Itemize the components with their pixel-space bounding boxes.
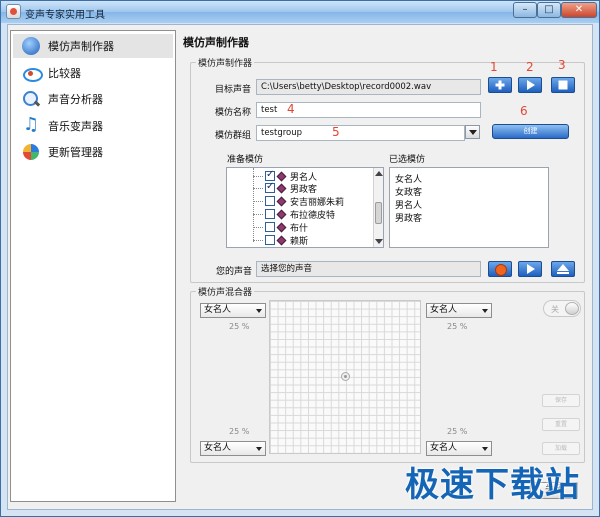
mixer-group-title: 模仿声混合器 xyxy=(196,285,255,298)
sidebar-item-music-changer[interactable]: 音乐变声器 xyxy=(13,114,173,138)
diamond-icon xyxy=(276,222,287,232)
maximize-button[interactable]: □ xyxy=(537,2,561,18)
update-icon xyxy=(22,143,40,161)
mimic-icon xyxy=(22,37,40,55)
annotation-2: 2 xyxy=(526,60,534,74)
list-item[interactable]: 男名人 xyxy=(395,198,422,211)
list-item[interactable]: 男政客 xyxy=(253,181,317,195)
sidebar-item-label: 音乐变声器 xyxy=(48,120,103,133)
target-voice-label: 目标声音 xyxy=(215,85,252,95)
sidebar-item-label: 声音分析器 xyxy=(48,93,103,106)
minimize-button[interactable]: – xyxy=(513,2,537,18)
toggle-label: 关 xyxy=(551,305,559,314)
sidebar-item-label: 模仿声制作器 xyxy=(48,40,114,53)
mixer-percent-top-right: 25 % xyxy=(447,322,468,331)
list-item[interactable]: 布拉德皮特 xyxy=(253,208,335,221)
mixer-percent-bottom-right: 25 % xyxy=(447,427,468,436)
checkbox[interactable] xyxy=(265,209,275,219)
annotation-3: 3 xyxy=(558,58,566,72)
annotation-5: 5 xyxy=(332,125,340,139)
selected-imitation-list: 女名人 女政客 男名人 男政客 xyxy=(389,167,549,248)
sidebar-item-label: 比较器 xyxy=(48,67,81,80)
checkbox[interactable] xyxy=(265,169,275,181)
list-item[interactable]: 赖斯 xyxy=(253,234,308,247)
mixer-reset-button[interactable]: 重置 xyxy=(542,418,580,431)
mixer-save-button[interactable]: 保存 xyxy=(542,394,580,407)
close-window-button[interactable]: ✕ xyxy=(561,2,597,18)
stop-target-button[interactable] xyxy=(551,77,575,93)
checkbox[interactable] xyxy=(265,196,275,206)
checkbox[interactable] xyxy=(265,222,275,232)
page-title: 模仿声制作器 xyxy=(183,36,249,49)
imitation-group-label: 模仿群组 xyxy=(215,131,252,141)
list-item[interactable]: 安吉丽娜朱莉 xyxy=(253,195,344,208)
add-voice-button[interactable] xyxy=(488,77,512,93)
play-icon xyxy=(527,264,535,274)
mixer-select-bottom-right[interactable]: 女名人 xyxy=(426,441,492,456)
list-item[interactable]: 女政客 xyxy=(395,185,422,198)
play-icon xyxy=(527,80,535,90)
record-button[interactable] xyxy=(488,261,512,277)
scroll-up-icon[interactable] xyxy=(375,171,383,176)
scroll-thumb[interactable] xyxy=(375,202,382,224)
list-item[interactable]: 布什 xyxy=(253,221,308,234)
diamond-icon xyxy=(276,171,287,181)
sidebar-item-mimic-maker[interactable]: 模仿声制作器 xyxy=(13,34,173,58)
app-logo-icon xyxy=(6,4,21,19)
checkbox[interactable] xyxy=(265,181,275,193)
mixer-percent-top-left: 25 % xyxy=(229,322,250,331)
mixer-load-button[interactable]: 加载 xyxy=(542,442,580,455)
list-item[interactable]: 男名人 xyxy=(253,169,317,183)
list-item[interactable]: 女名人 xyxy=(395,172,422,185)
imitation-name-label: 模仿名称 xyxy=(215,108,252,118)
mixer-select-top-left[interactable]: 女名人 xyxy=(200,303,266,318)
play-voice-button[interactable] xyxy=(518,261,542,277)
sidebar-item-comparer[interactable]: 比较器 xyxy=(13,61,173,85)
watermark: 极速下载站 xyxy=(405,465,580,505)
your-voice-label: 您的声音 xyxy=(216,267,253,277)
mixer-toggle[interactable]: 关 xyxy=(543,300,581,317)
maker-group-title: 模仿声制作器 xyxy=(196,56,255,69)
diamond-icon xyxy=(276,209,287,219)
compare-icon xyxy=(22,64,43,82)
analyzer-icon xyxy=(22,90,40,108)
annotation-4: 4 xyxy=(287,102,295,116)
eject-icon xyxy=(557,264,569,274)
mixer-select-top-right[interactable]: 女名人 xyxy=(426,303,492,318)
your-voice-field[interactable]: 选择您的声音 xyxy=(256,261,481,277)
mixer-knob[interactable] xyxy=(341,372,350,381)
plus-icon xyxy=(495,80,505,90)
imitation-group-select[interactable]: testgroup xyxy=(256,125,465,141)
list-scrollbar[interactable] xyxy=(373,168,383,247)
annotation-1: 1 xyxy=(490,60,498,74)
diamond-icon xyxy=(276,196,287,206)
mixer-percent-bottom-left: 25 % xyxy=(229,427,250,436)
music-icon xyxy=(22,114,40,135)
checkbox[interactable] xyxy=(265,235,275,245)
play-target-button[interactable] xyxy=(518,77,542,93)
mixer-select-bottom-left[interactable]: 女名人 xyxy=(200,441,266,456)
list-item[interactable]: 男政客 xyxy=(395,211,422,224)
diamond-icon xyxy=(276,235,287,245)
window-title: 变声专家实用工具 xyxy=(25,10,105,21)
scroll-down-icon[interactable] xyxy=(375,239,383,244)
prepare-imitation-list: 男名人 男政客 安吉丽娜朱莉 布拉德皮特 布什 赖斯 xyxy=(226,167,384,248)
selected-imitation-label: 已选模仿 xyxy=(389,155,426,165)
upload-voice-button[interactable] xyxy=(551,261,575,277)
create-button[interactable]: 创建 xyxy=(492,124,569,139)
annotation-6: 6 xyxy=(520,104,528,118)
target-voice-field[interactable]: C:\Users\betty\Desktop\record0002.wav xyxy=(256,79,481,95)
prepare-imitation-label: 准备模仿 xyxy=(227,155,264,165)
sidebar: 模仿声制作器 比较器 声音分析器 音乐变声器 更新管理器 xyxy=(10,30,176,502)
sidebar-item-label: 更新管理器 xyxy=(48,146,103,159)
group-dropdown-button[interactable] xyxy=(465,125,480,139)
sidebar-item-analyzer[interactable]: 声音分析器 xyxy=(13,87,173,111)
sidebar-item-update-manager[interactable]: 更新管理器 xyxy=(13,140,173,164)
toggle-knob-icon xyxy=(565,302,579,315)
title-bar: 变声专家实用工具 – □ ✕ xyxy=(1,1,599,23)
diamond-icon xyxy=(276,183,287,193)
stop-icon xyxy=(558,80,568,90)
